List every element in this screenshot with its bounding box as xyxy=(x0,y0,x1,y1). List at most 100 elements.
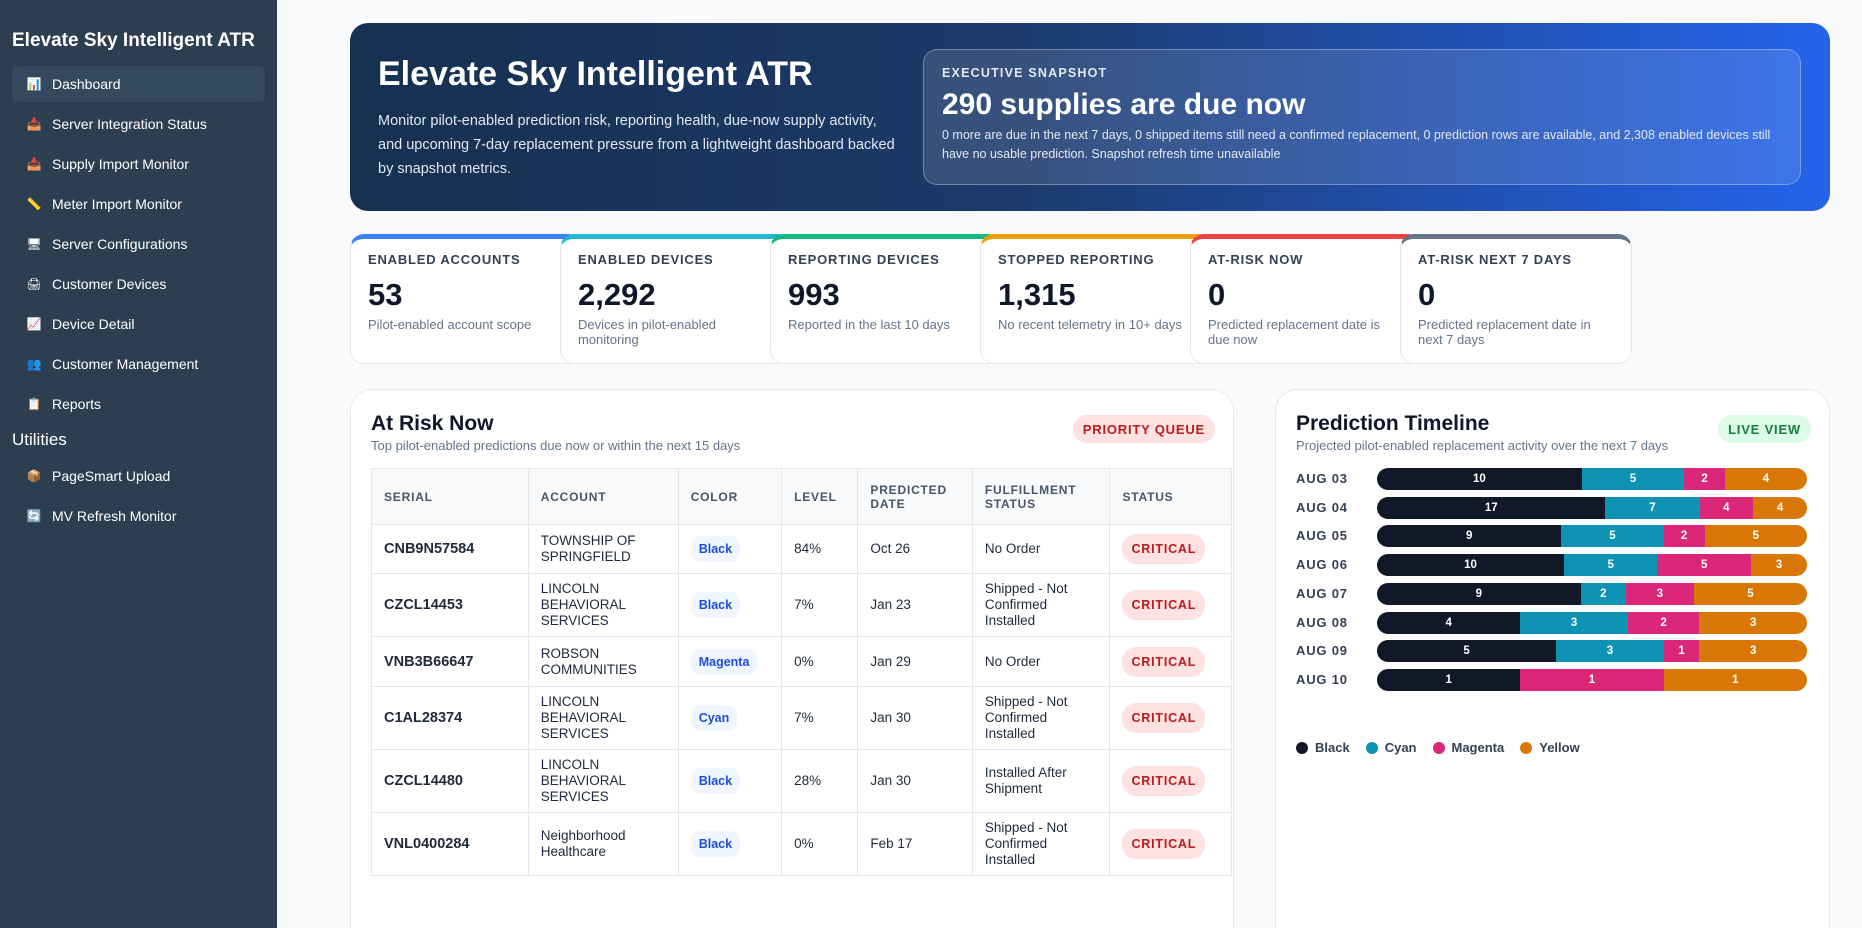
metric-card-stopped-reporting: STOPPED REPORTING 1,315 No recent telemetr… xyxy=(980,234,1212,364)
bar-segment-magenta: 5 xyxy=(1657,554,1751,577)
account-cell: Neighborhood Healthcare xyxy=(527,812,679,876)
dashboard-icon: 📊 xyxy=(26,77,42,91)
sidebar-item-meter-import-monitor[interactable]: 📏 Meter Import Monitor xyxy=(12,186,265,222)
color-badge: Cyan xyxy=(690,705,738,731)
status-badge: CRITICAL xyxy=(1122,766,1206,796)
timeline-row: AUG 03 10 5 2 4 xyxy=(1296,468,1810,490)
table-row[interactable]: CZCL14453 LINCOLN BEHAVIORAL SERVICES Blac… xyxy=(371,573,1232,637)
timeline-bar: 17 7 4 4 xyxy=(1377,496,1807,519)
table-row[interactable]: CZCL14480 LINCOLN BEHAVIORAL SERVICES Blac… xyxy=(371,749,1232,813)
color-cell: Magenta xyxy=(677,636,783,687)
bar-segment-cyan: 3 xyxy=(1520,611,1628,634)
sidebar-item-mv-refresh-monitor[interactable]: 🔄 MV Refresh Monitor xyxy=(12,498,265,534)
column-header-color[interactable]: COLOR xyxy=(677,468,783,525)
status-badge: CRITICAL xyxy=(1122,646,1206,677)
column-header-serial[interactable]: SERIAL xyxy=(371,468,529,525)
timeline-title: Prediction Timeline xyxy=(1296,412,1490,435)
table-row[interactable]: C1AL28374 LINCOLN BEHAVIORAL SERVICES Cyan… xyxy=(371,686,1232,750)
timeline-row: AUG 10 1 1 1 xyxy=(1296,668,1810,691)
at-risk-panel: At Risk Now Top pilot-enabled prediction… xyxy=(350,389,1234,928)
prediction-timeline-panel: Prediction Timeline Projected pilot-enab… xyxy=(1275,389,1830,928)
legend-item-yellow: Yellow xyxy=(1520,740,1580,755)
metric-description: Predicted replacement date is due now xyxy=(1208,317,1380,347)
serial-cell: VNL0400284 xyxy=(371,812,529,876)
timeline-bar: 5313 xyxy=(1377,640,1807,663)
sidebar-item-server-integration-status[interactable]: 📥 Server Integration Status xyxy=(12,106,265,142)
color-cell: Black xyxy=(677,812,783,876)
sidebar-item-pagesmart-upload[interactable]: 📦 PageSmart Upload xyxy=(12,458,265,494)
timeline-date-label: AUG 09 xyxy=(1296,643,1348,659)
column-header-status[interactable]: STATUS xyxy=(1109,468,1232,525)
server-configurations-icon: 🖥 xyxy=(26,237,42,251)
timeline-date-label: AUG 04 xyxy=(1296,499,1348,515)
metric-value: 993 xyxy=(788,277,840,312)
table-row[interactable]: VNL0400284 Neighborhood Healthcare Black 0%… xyxy=(371,812,1232,876)
timeline-subtitle: Projected pilot-enabled replacement acti… xyxy=(1296,438,1669,453)
priority-queue-badge: PRIORITY QUEUE xyxy=(1072,415,1215,443)
color-cell: Black xyxy=(677,749,783,813)
column-header-level[interactable]: LEVEL xyxy=(781,468,859,525)
timeline-bar: 111 xyxy=(1377,668,1807,691)
timeline-row: AUG 07 9 2 3 5 xyxy=(1296,582,1810,605)
level-cell: 0% xyxy=(781,812,859,876)
bar-segment-yellow: 4 xyxy=(1725,468,1807,490)
sidebar-item-label: Dashboard xyxy=(52,76,121,92)
sidebar-item-label: Device Detail xyxy=(52,316,135,332)
executive-snapshot: EXECUTIVE SNAPSHOT 290 supplies are due … xyxy=(923,49,1801,185)
status-cell: CRITICAL xyxy=(1109,636,1232,687)
timeline-bar: 9235 xyxy=(1377,582,1807,605)
metric-label: STOPPED REPORTING xyxy=(998,252,1155,267)
sidebar-item-customer-management[interactable]: 👥 Customer Management xyxy=(12,346,265,382)
serial-cell: VNB3B66647 xyxy=(371,636,529,687)
metric-value: 2,292 xyxy=(578,277,656,312)
metric-label: AT-RISK NEXT 7 DAYS xyxy=(1418,252,1572,267)
table-row[interactable]: VNB3B66647 ROBSON COMMUNITIES Magenta 0% Jan… xyxy=(371,636,1232,687)
sidebar-item-customer-devices[interactable]: 🖨 Customer Devices xyxy=(12,266,265,302)
metric-value: 0 xyxy=(1418,277,1436,312)
sidebar-item-dashboard[interactable]: 📊 Dashboard xyxy=(12,66,265,102)
device-detail-icon: 📈 xyxy=(26,317,42,331)
timeline-date-label: AUG 06 xyxy=(1296,557,1348,573)
column-header-predicted-date[interactable]: PREDICTED DATE xyxy=(857,468,973,525)
hero-banner: Elevate Sky Intelligent ATR Monitor pilo… xyxy=(350,23,1830,211)
legend-item-magenta: Magenta xyxy=(1432,740,1504,755)
sidebar-item-server-configurations[interactable]: 🖥 Server Configurations xyxy=(12,226,265,262)
column-header-account[interactable]: ACCOUNT xyxy=(527,468,679,525)
metric-label: REPORTING DEVICES xyxy=(788,252,940,267)
bar-segment-magenta: 2 xyxy=(1627,611,1700,634)
metric-description: Predicted replacement date in next 7 day… xyxy=(1418,317,1591,347)
predicted-date-cell: Oct 26 xyxy=(857,524,973,574)
color-badge: Black xyxy=(690,831,741,857)
server-integration-status-icon: 📥 xyxy=(26,117,42,131)
predicted-date-cell: Jan 29 xyxy=(857,636,973,687)
metric-description: Devices in pilot-enabled monitoring xyxy=(578,317,717,347)
timeline-row: AUG 08 4 3 2 3 xyxy=(1296,611,1810,634)
bar-segment-yellow: 1 xyxy=(1663,668,1807,691)
timeline-date-label: AUG 08 xyxy=(1296,614,1348,630)
status-cell: CRITICAL xyxy=(1109,524,1232,574)
bar-segment-yellow: 3 xyxy=(1750,554,1807,577)
fulfillment-cell: Installed After Shipment xyxy=(971,749,1111,813)
legend-item-cyan: Cyan xyxy=(1365,740,1417,755)
predicted-date-cell: Jan 30 xyxy=(857,686,973,750)
sidebar-item-label: MV Refresh Monitor xyxy=(52,508,177,524)
sidebar-item-device-detail[interactable]: 📈 Device Detail xyxy=(12,306,265,342)
metric-description: Pilot-enabled account scope xyxy=(368,317,532,332)
account-cell: LINCOLN BEHAVIORAL SERVICES xyxy=(527,686,679,750)
table-row[interactable]: CNB9N57584 TOWNSHIP OF SPRINGFIELD Black 84… xyxy=(371,524,1232,574)
account-cell: ROBSON COMMUNITIES xyxy=(527,636,679,687)
sidebar-item-supply-import-monitor[interactable]: 📥 Supply Import Monitor xyxy=(12,146,265,182)
bar-segment-cyan: 2 xyxy=(1580,582,1626,605)
legend-label: Yellow xyxy=(1539,740,1580,755)
snapshot-detail: 0 more are due in the next 7 days, 0 shi… xyxy=(942,128,1771,161)
bar-segment-yellow: 3 xyxy=(1699,611,1807,634)
column-header-fulfillment-status[interactable]: FULFILLMENT STATUS xyxy=(971,468,1111,525)
timeline-row: AUG 06 10 5 5 3 xyxy=(1296,554,1810,577)
bar-segment-black: 10 xyxy=(1377,554,1564,577)
legend-label: Cyan xyxy=(1384,740,1417,755)
snapshot-label: EXECUTIVE SNAPSHOT xyxy=(942,66,1108,80)
sidebar-item-reports[interactable]: 📋 Reports xyxy=(12,386,265,422)
predicted-date-cell: Jan 23 xyxy=(857,573,973,637)
metric-label: AT-RISK NOW xyxy=(1208,252,1304,267)
sidebar: Elevate Sky Intelligent ATR 📊 Dashboard 📥 S… xyxy=(0,0,277,928)
